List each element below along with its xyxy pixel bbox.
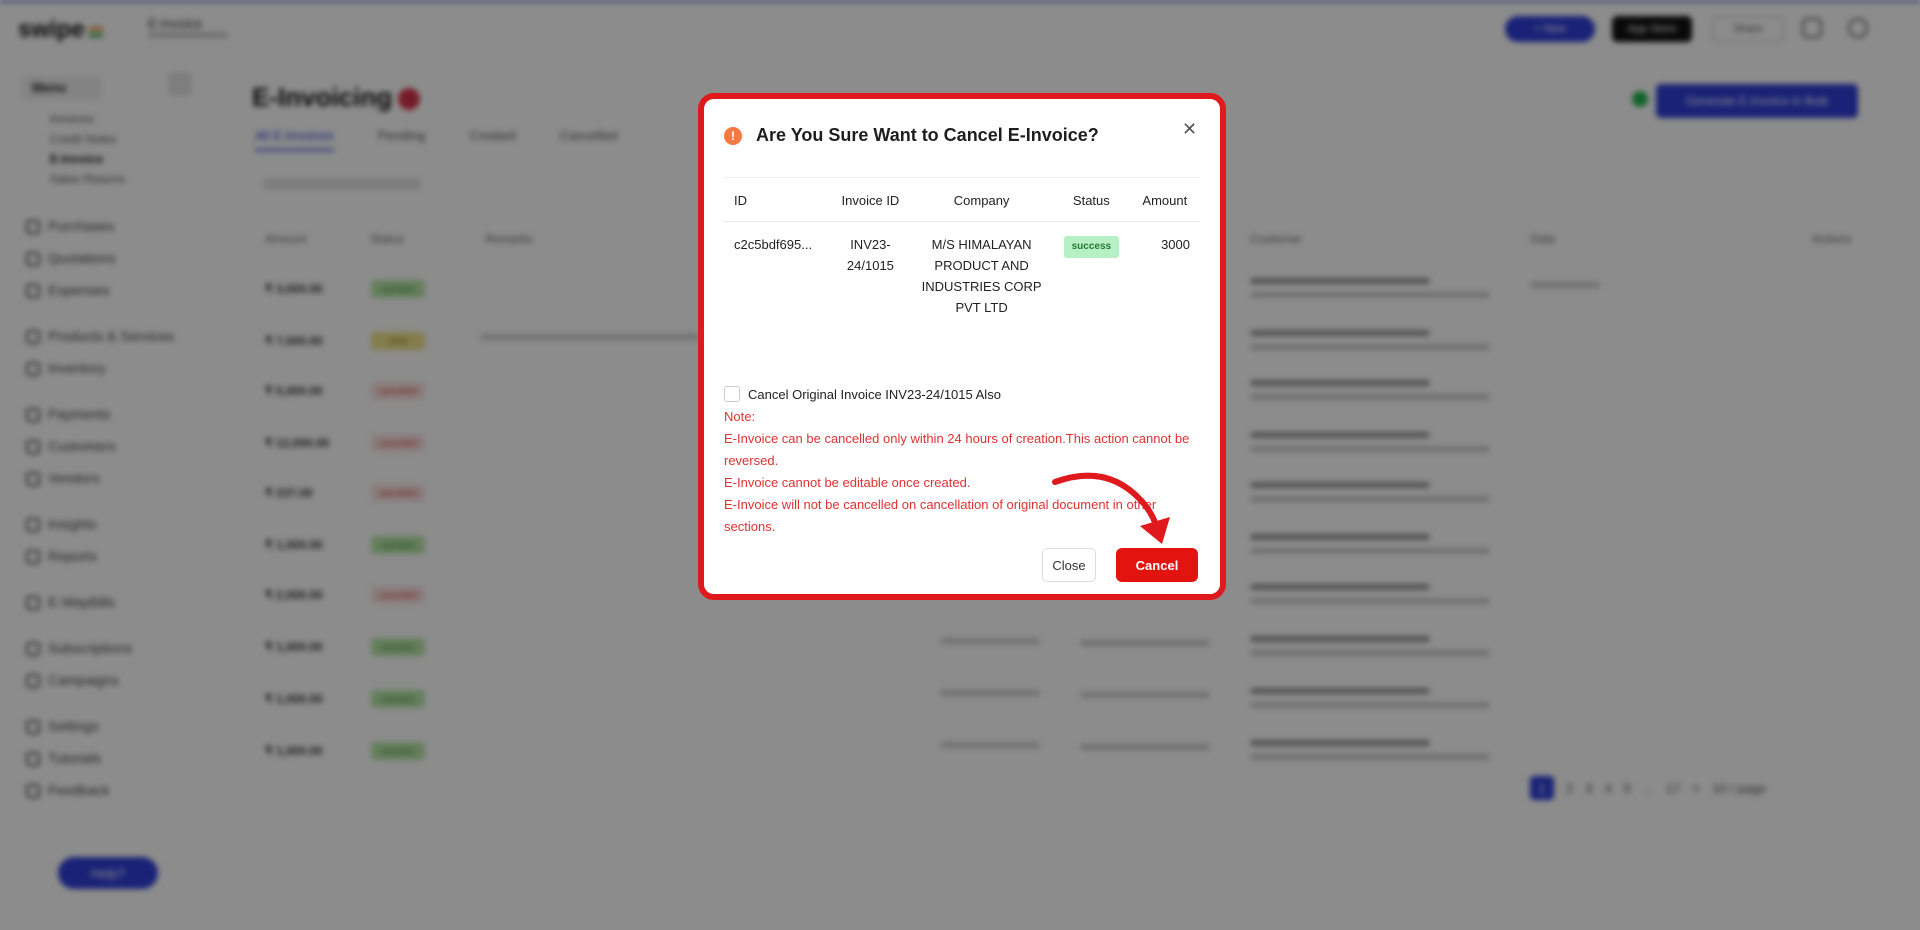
close-icon[interactable]: ✕	[1182, 119, 1197, 140]
note-heading: Note:	[724, 409, 756, 424]
close-button[interactable]: Close	[1042, 548, 1096, 582]
cell-invoice-id: INV23-24/1015	[846, 237, 894, 273]
cancel-original-checkbox[interactable]	[724, 386, 740, 402]
cell-company: M/S HIMALAYAN PRODUCT AND INDUSTRIES COR…	[921, 237, 1042, 315]
cell-amount: 3000	[1161, 237, 1190, 252]
column-header-id: ID	[724, 191, 831, 222]
note-line: E-Invoice can be cancelled only within 2…	[724, 431, 1190, 468]
cancel-button[interactable]: Cancel	[1116, 548, 1198, 582]
table-row: c2c5bdf695... INV23-24/1015 M/S HIMALAYA…	[724, 222, 1200, 319]
column-header-status: Status	[1053, 191, 1130, 222]
info-circle-icon: !	[724, 126, 742, 145]
checkbox-label: Cancel Original Invoice INV23-24/1015 Al…	[748, 386, 1001, 402]
header-divider	[724, 177, 1200, 178]
column-header-company: Company	[910, 191, 1054, 222]
modal-header: ! Are You Sure Want to Cancel E-Invoice?	[724, 125, 1099, 146]
cell-id: c2c5bdf695...	[734, 237, 813, 252]
cancel-original-option[interactable]: Cancel Original Invoice INV23-24/1015 Al…	[724, 386, 1001, 402]
column-header-amount: Amount	[1129, 191, 1200, 222]
table-header-row: ID Invoice ID Company Status Amount	[724, 191, 1200, 222]
column-header-invoice-id: Invoice ID	[830, 191, 911, 222]
invoice-table: ID Invoice ID Company Status Amount c2c5…	[724, 191, 1200, 318]
modal-title: Are You Sure Want to Cancel E-Invoice?	[756, 125, 1099, 145]
status-badge: success	[1063, 236, 1120, 258]
cell-status: success	[1053, 222, 1130, 319]
pointer-arrow-icon	[1052, 472, 1170, 544]
